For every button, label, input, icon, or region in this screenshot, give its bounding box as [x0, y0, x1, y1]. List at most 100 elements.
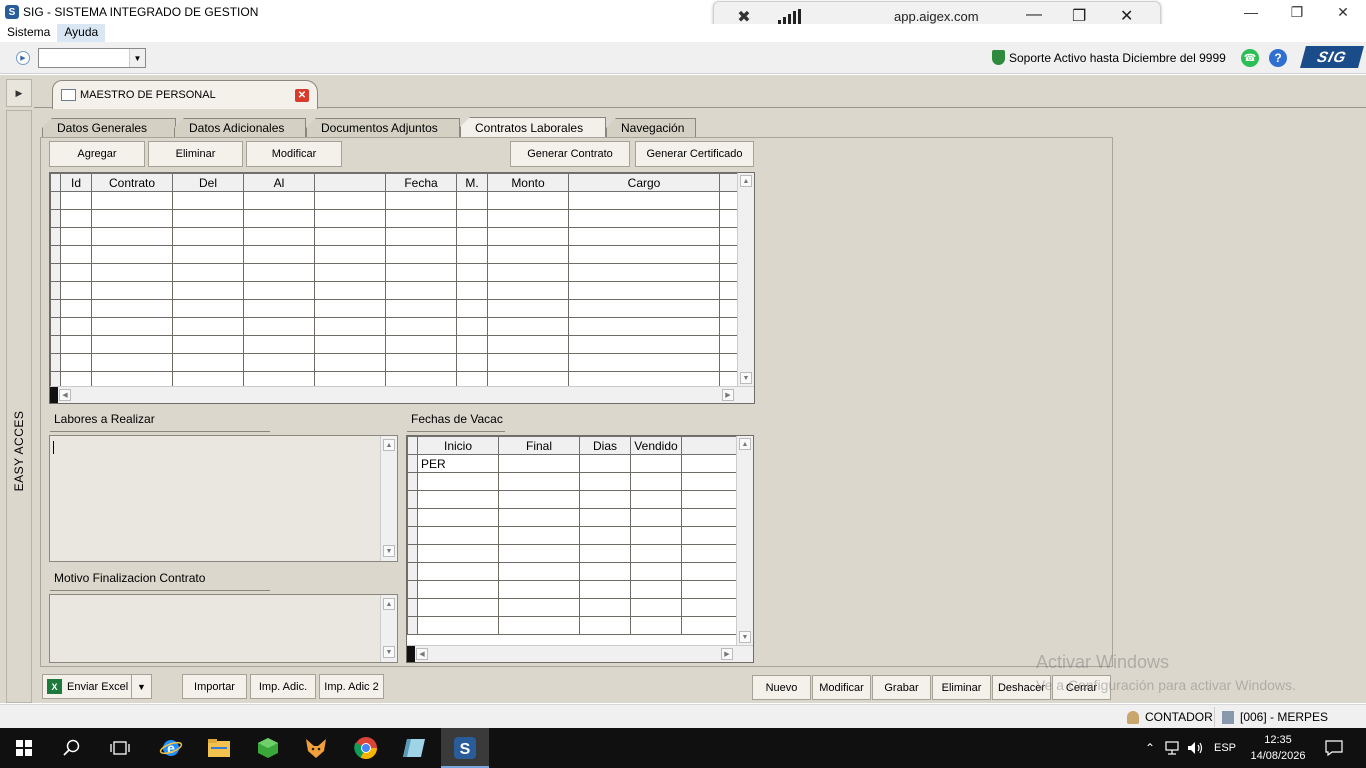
vacaciones-horizontal-scrollbar[interactable]: ◀ ▶	[407, 645, 753, 662]
table-cell[interactable]	[417, 544, 499, 563]
table-row[interactable]	[50, 227, 738, 246]
table-cell[interactable]	[630, 508, 682, 527]
table-cell[interactable]	[487, 227, 569, 246]
scroll-left-icon[interactable]: ◀	[416, 648, 428, 660]
table-cell[interactable]	[91, 353, 173, 372]
table-cell[interactable]	[456, 263, 488, 282]
table-cell[interactable]	[172, 281, 244, 300]
vacaciones-grid[interactable]: Inicio Final Dias Vendido PER ▲ ▼ ◀ ▶	[406, 435, 754, 663]
table-cell[interactable]	[630, 526, 682, 545]
modificar-button[interactable]: Modificar	[812, 675, 871, 700]
fox-app-icon[interactable]	[304, 736, 328, 760]
table-cell[interactable]	[60, 353, 92, 372]
row-selector[interactable]	[407, 454, 418, 473]
table-row[interactable]	[50, 299, 738, 318]
column-header-cargo[interactable]: Cargo	[568, 173, 720, 192]
table-cell[interactable]	[579, 544, 631, 563]
table-cell[interactable]	[60, 281, 92, 300]
table-cell[interactable]	[91, 317, 173, 336]
table-cell[interactable]	[172, 209, 244, 228]
table-cell[interactable]	[630, 472, 682, 491]
imp-adic2-button[interactable]: Imp. Adic 2	[319, 674, 384, 699]
table-cell[interactable]	[172, 353, 244, 372]
table-cell[interactable]	[719, 227, 738, 246]
row-selector[interactable]	[407, 616, 418, 635]
table-cell[interactable]	[498, 616, 580, 635]
table-cell[interactable]	[60, 335, 92, 354]
scroll-down-icon[interactable]: ▼	[383, 646, 395, 658]
volume-icon[interactable]	[1183, 736, 1207, 760]
table-cell[interactable]	[91, 299, 173, 318]
table-cell[interactable]	[568, 227, 720, 246]
table-cell[interactable]	[568, 191, 720, 210]
table-row[interactable]	[407, 526, 738, 545]
table-cell[interactable]	[417, 598, 499, 617]
table-cell[interactable]	[498, 472, 580, 491]
row-selector[interactable]	[50, 353, 61, 372]
column-header-final[interactable]: Final	[498, 436, 580, 455]
generate-contract-button[interactable]: Generar Contrato	[510, 141, 630, 167]
table-row[interactable]	[407, 508, 738, 527]
table-row[interactable]	[50, 317, 738, 336]
table-cell[interactable]	[314, 209, 386, 228]
table-cell[interactable]	[91, 281, 173, 300]
scroll-up-icon[interactable]: ▲	[383, 439, 395, 451]
table-cell[interactable]	[487, 335, 569, 354]
column-header-extra[interactable]	[681, 436, 738, 455]
scroll-up-icon[interactable]: ▲	[383, 598, 395, 610]
windows-start-icon[interactable]	[12, 736, 36, 760]
scroll-right-icon[interactable]: ▶	[722, 389, 734, 401]
table-row[interactable]	[407, 580, 738, 599]
table-cell[interactable]	[498, 454, 580, 473]
sidebar-expand-icon[interactable]: ▶	[6, 79, 32, 107]
menu-sistema[interactable]: Sistema	[0, 24, 57, 42]
scroll-up-icon[interactable]: ▲	[740, 175, 752, 187]
table-cell[interactable]	[172, 227, 244, 246]
row-selector[interactable]	[407, 508, 418, 527]
table-cell[interactable]	[579, 472, 631, 491]
table-cell[interactable]	[243, 209, 315, 228]
labores-scrollbar[interactable]: ▲ ▼	[380, 436, 397, 561]
table-cell[interactable]	[498, 580, 580, 599]
table-cell[interactable]	[719, 191, 738, 210]
table-cell[interactable]	[91, 335, 173, 354]
table-cell[interactable]	[91, 227, 173, 246]
motivo-textarea[interactable]: ▲ ▼	[49, 594, 398, 663]
table-cell[interactable]	[243, 317, 315, 336]
table-cell[interactable]	[487, 209, 569, 228]
table-cell[interactable]	[630, 454, 682, 473]
table-cell[interactable]	[243, 335, 315, 354]
column-header-dias[interactable]: Dias	[579, 436, 631, 455]
imp-adic-button[interactable]: Imp. Adic.	[250, 674, 316, 699]
remote-minimize-icon[interactable]: —	[1026, 6, 1042, 24]
table-cell[interactable]	[630, 580, 682, 599]
table-cell[interactable]	[456, 299, 488, 318]
row-selector[interactable]	[407, 526, 418, 545]
table-cell[interactable]	[487, 191, 569, 210]
green-cube-app-icon[interactable]	[256, 736, 280, 760]
tab-datos-generales[interactable]: Datos Generales	[42, 118, 176, 137]
table-cell[interactable]	[681, 472, 738, 491]
row-selector[interactable]	[50, 227, 61, 246]
table-cell[interactable]	[719, 299, 738, 318]
signal-strength-icon[interactable]	[778, 8, 801, 25]
table-row[interactable]	[407, 562, 738, 581]
vacaciones-vertical-scrollbar[interactable]: ▲ ▼	[736, 436, 753, 646]
table-cell[interactable]	[487, 281, 569, 300]
table-cell[interactable]	[385, 263, 457, 282]
task-view-icon[interactable]	[108, 736, 132, 760]
table-cell[interactable]	[60, 227, 92, 246]
table-cell[interactable]	[385, 299, 457, 318]
column-header-inicio[interactable]: Inicio	[417, 436, 499, 455]
table-cell[interactable]	[314, 227, 386, 246]
notebook-app-icon[interactable]	[402, 736, 426, 760]
table-cell[interactable]	[487, 263, 569, 282]
table-cell[interactable]	[568, 245, 720, 264]
table-cell[interactable]	[568, 299, 720, 318]
table-cell[interactable]	[568, 209, 720, 228]
eliminar-button[interactable]: Eliminar	[932, 675, 991, 700]
table-row[interactable]	[407, 490, 738, 509]
table-cell[interactable]	[385, 227, 457, 246]
table-cell[interactable]	[487, 353, 569, 372]
table-cell[interactable]	[630, 490, 682, 509]
